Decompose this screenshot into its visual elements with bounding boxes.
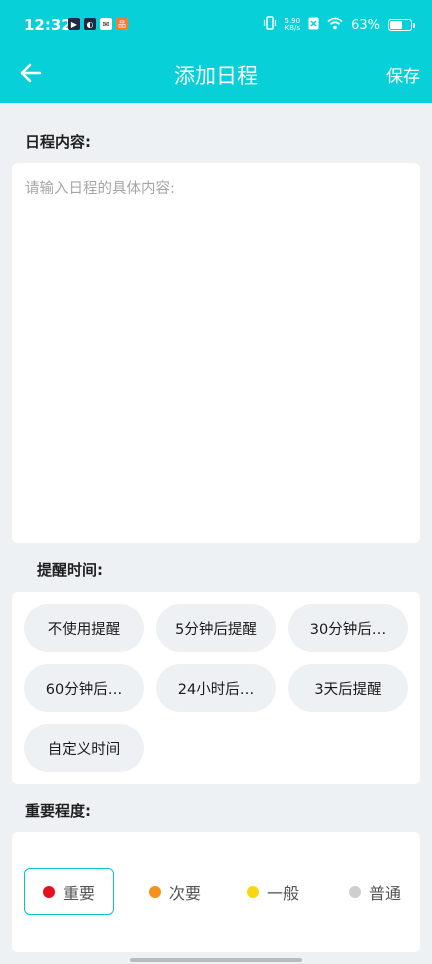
gesture-bar[interactable] (130, 958, 302, 962)
notification-icons: ▶ ◐ ✉ 品 (68, 18, 128, 30)
system-indicators: 5.90 KB/s 63% (263, 16, 415, 34)
importance-option-label: 一般 (266, 883, 299, 903)
save-button[interactable]: 保存 (386, 62, 420, 87)
reminder-option-30min[interactable]: 30分钟后… (288, 604, 408, 652)
mail-app-icon: ✉ (100, 18, 112, 30)
reminder-option-24h[interactable]: 24小时后… (156, 664, 276, 712)
importance-label: 重要程度: (25, 802, 91, 820)
importance-option-ordinary[interactable]: 普通 (330, 868, 420, 915)
status-bar: 12:32 ▶ ◐ ✉ 品 5.90 KB/s 63% (0, 0, 432, 50)
reminder-option-3day[interactable]: 3天后提醒 (288, 664, 408, 712)
battery-percent: 63% (351, 17, 380, 33)
importance-options-card: 重要 次要 一般 普通 (12, 832, 420, 952)
reminder-option-none[interactable]: 不使用提醒 (24, 604, 144, 652)
content-textarea[interactable]: 请输入日程的具体内容: (12, 163, 420, 543)
reminder-options-card: 不使用提醒 5分钟后提醒 30分钟后… 60分钟后… 24小时后… 3天后提醒 … (12, 592, 420, 784)
importance-option-label: 次要 (168, 883, 201, 903)
content-label: 日程内容: (25, 133, 91, 151)
importance-dot (148, 885, 161, 898)
no-sim-icon (308, 17, 319, 34)
reminder-option-5min[interactable]: 5分钟后提醒 (156, 604, 276, 652)
content-placeholder: 请输入日程的具体内容: (25, 181, 175, 197)
status-time: 12:32 (24, 16, 72, 34)
vibrate-icon (263, 16, 277, 34)
video-app-icon: ▶ (68, 18, 80, 30)
importance-option-label: 普通 (368, 883, 401, 903)
importance-option-normal[interactable]: 一般 (228, 868, 318, 915)
page-title: 添加日程 (174, 64, 258, 88)
importance-option-high[interactable]: 重要 (24, 868, 114, 915)
battery-icon (388, 19, 415, 31)
app-header: 12:32 ▶ ◐ ✉ 品 5.90 KB/s 63% 添加日程 保存 (0, 0, 432, 103)
importance-option-label: 重要 (62, 883, 95, 903)
wifi-icon (327, 17, 343, 34)
net-speed: 5.90 KB/s (284, 17, 301, 32)
leaf-app-icon: ◐ (84, 18, 96, 30)
reminder-option-60min[interactable]: 60分钟后… (24, 664, 144, 712)
importance-option-secondary[interactable]: 次要 (130, 868, 220, 915)
reminder-option-custom[interactable]: 自定义时间 (24, 724, 144, 772)
reminder-label: 提醒时间: (37, 561, 103, 579)
importance-dot (246, 885, 259, 898)
importance-dot (42, 885, 55, 898)
shop-app-icon: 品 (116, 18, 128, 30)
importance-dot (348, 885, 361, 898)
